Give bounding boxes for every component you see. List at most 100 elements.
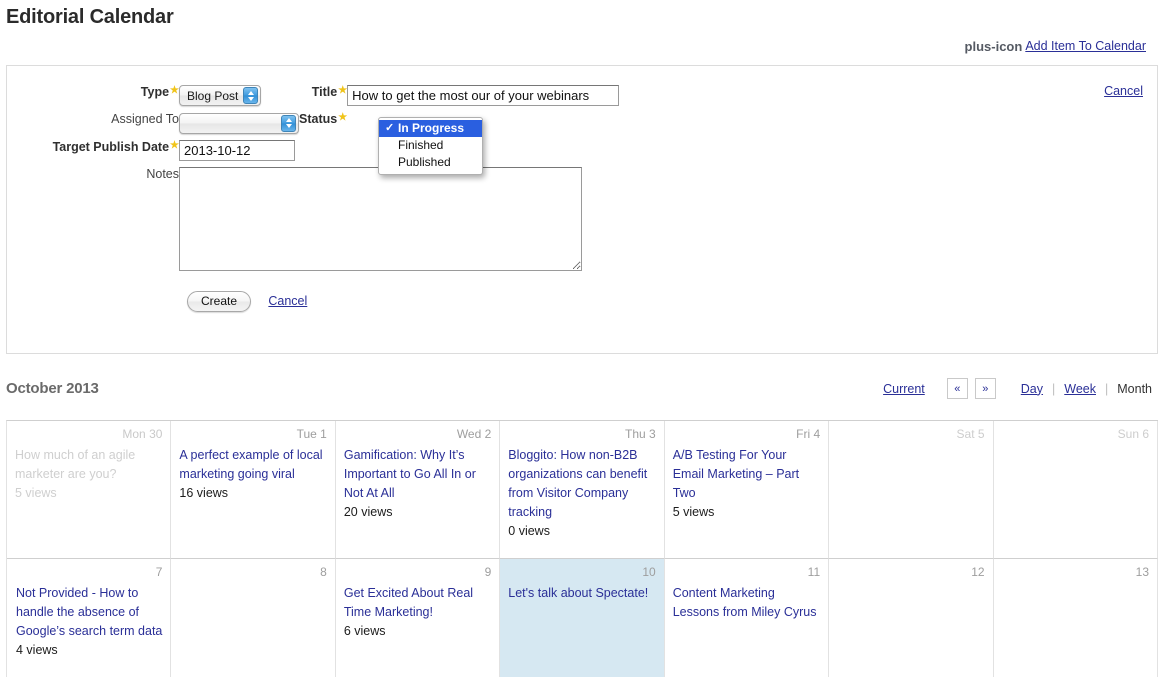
view-month-current: Month: [1117, 381, 1152, 396]
calendar-day-cell[interactable]: Wed 2 Gamification: Why It’s Important to…: [335, 421, 501, 559]
publish-date-input[interactable]: [179, 139, 295, 161]
view-switcher: Day | Week | Month: [1021, 382, 1152, 396]
calendar-day-number: 13: [1135, 565, 1149, 579]
notes-textarea[interactable]: [179, 166, 582, 271]
status-option-label: Finished: [398, 138, 444, 152]
assigned-to-label-cell: Assigned To: [7, 109, 179, 137]
type-select[interactable]: Blog Post: [179, 85, 261, 106]
calendar-grid: Mon 30 How much of an agile marketer are …: [6, 420, 1158, 677]
calendar-day-number: Wed 2: [456, 427, 492, 441]
title-field-cell: [347, 82, 620, 109]
publish-date-field-cell: [179, 137, 299, 164]
calendar-day-cell[interactable]: Mon 30 How much of an agile marketer are …: [7, 421, 172, 559]
form-fields-table: Type★ Blog Post Title★ Assigned To Statu…: [7, 82, 620, 277]
form-row-publish-date: Target Publish Date★: [7, 137, 619, 164]
calendar-event-title[interactable]: Bloggito: How non-B2B organizations can …: [508, 446, 655, 522]
calendar-event-views: 5 views: [672, 505, 715, 519]
calendar-nav: Current « » Day | Week | Month: [883, 378, 1152, 399]
required-star-icon: ★: [338, 112, 348, 123]
type-select-value: Blog Post: [187, 88, 239, 103]
add-item-to-calendar-link[interactable]: Add Item To Calendar: [1025, 39, 1146, 53]
calendar-event-title[interactable]: A/B Testing For Your Email Marketing – P…: [673, 446, 820, 503]
calendar-event-views: 6 views: [343, 624, 386, 638]
publish-date-label: Target Publish Date: [52, 139, 170, 154]
title-label-cell: Title★: [299, 82, 347, 109]
calendar-event-title[interactable]: Let's talk about Spectate!: [508, 584, 655, 603]
calendar-event-title[interactable]: A perfect example of local marketing goi…: [179, 446, 326, 484]
status-option-label: Published: [398, 155, 451, 169]
status-option-published[interactable]: Published: [379, 154, 482, 171]
calendar-event-title[interactable]: Not Provided - How to handle the absence…: [7, 584, 162, 641]
page-title: Editorial Calendar: [6, 6, 174, 28]
calendar-day-number: Sun 6: [1117, 427, 1149, 441]
form-row-type-title: Type★ Blog Post Title★: [7, 82, 620, 109]
calendar-event-views: 0 views: [508, 524, 550, 538]
calendar-event-views: 4 views: [16, 643, 58, 657]
new-item-form-panel: Cancel Type★ Blog Post Title★ Assigned T…: [6, 65, 1158, 354]
calendar-header: October 2013 Current « » Day | Week | Mo…: [6, 378, 1158, 408]
status-option-label: In Progress: [398, 121, 465, 135]
calendar-day-cell[interactable]: 10 Let's talk about Spectate!: [500, 559, 665, 677]
status-label: Status: [299, 112, 338, 126]
calendar-day-number: 10: [642, 565, 656, 579]
add-item-row: plus-icon Add Item To Calendar: [0, 29, 1164, 57]
required-star-icon: ★: [170, 85, 179, 96]
calendar-day-number: Tue 1: [296, 427, 327, 441]
calendar-day-cell[interactable]: Thu 3 Bloggito: How non-B2B organizations…: [500, 421, 665, 559]
publish-date-label-cell: Target Publish Date★: [7, 137, 179, 164]
calendar-event-title[interactable]: How much of an agile marketer are you?: [15, 446, 162, 484]
spacer-cell: [299, 137, 347, 164]
calendar-day-cell[interactable]: Sun 6: [993, 421, 1158, 559]
cancel-bottom-link[interactable]: Cancel: [268, 294, 307, 308]
calendar-day-cell[interactable]: Tue 1 A perfect example of local marketin…: [171, 421, 336, 559]
notes-label-cell: Notes: [7, 164, 179, 277]
form-row-assigned-status: Assigned To Status★: [7, 109, 619, 137]
view-week-link[interactable]: Week: [1064, 382, 1096, 396]
create-button[interactable]: Create: [187, 290, 252, 312]
assigned-to-label: Assigned To: [111, 112, 179, 126]
calendar-day-number: Thu 3: [625, 427, 656, 441]
cancel-top-link[interactable]: Cancel: [1104, 84, 1143, 98]
calendar-day-cell[interactable]: 13: [993, 559, 1158, 677]
notes-label: Notes: [146, 166, 179, 181]
notes-field-cell: [179, 164, 619, 277]
type-label: Type: [140, 85, 170, 99]
view-day-link[interactable]: Day: [1021, 382, 1043, 396]
calendar-day-number: 9: [484, 565, 492, 579]
calendar-day-cell[interactable]: Fri 4 A/B Testing For Your Email Marketin…: [664, 421, 830, 559]
calendar-day-cell[interactable]: 7 Not Provided - How to handle the absenc…: [7, 559, 172, 677]
chevron-updown-icon: [281, 114, 296, 132]
calendar-day-number: 8: [320, 565, 327, 579]
calendar-event-views: 5 views: [15, 486, 57, 500]
next-period-button[interactable]: »: [974, 378, 996, 399]
form-actions: Create Cancel: [7, 277, 1157, 312]
calendar-day-number: 11: [807, 565, 821, 579]
status-option-finished[interactable]: Finished: [379, 137, 482, 154]
calendar-day-number: Mon 30: [122, 427, 163, 441]
title-input[interactable]: [347, 85, 620, 106]
calendar-day-cell[interactable]: 12: [829, 559, 994, 677]
calendar-day-number: Sat 5: [956, 427, 985, 441]
calendar-event-title[interactable]: Content Marketing Lessons from Miley Cyr…: [673, 584, 820, 622]
plus-icon: plus-icon: [964, 39, 1023, 54]
calendar-event-views: 20 views: [343, 505, 393, 519]
calendar-day-cell[interactable]: 11 Content Marketing Lessons from Miley C…: [664, 559, 830, 677]
current-link[interactable]: Current: [883, 382, 925, 396]
chevron-updown-icon: [243, 87, 259, 104]
calendar-day-cell[interactable]: 9 Get Excited About Real Time Marketing! 6…: [335, 559, 501, 677]
required-star-icon: ★: [170, 139, 179, 151]
status-option-in-progress[interactable]: ✓ In Progress: [379, 120, 482, 137]
calendar-event-views: 16 views: [179, 486, 229, 500]
separator: |: [1105, 381, 1109, 396]
assigned-to-select[interactable]: [179, 112, 299, 134]
calendar-day-number: 12: [971, 565, 985, 579]
calendar-event-title[interactable]: Gamification: Why It’s Important to Go A…: [344, 446, 491, 503]
title-label: Title: [311, 85, 338, 99]
status-dropdown-menu[interactable]: ✓ In Progress Finished Published: [378, 117, 483, 175]
type-field-cell: Blog Post: [179, 82, 299, 109]
calendar-day-cell[interactable]: Sat 5: [829, 421, 994, 559]
calendar-event-title[interactable]: Get Excited About Real Time Marketing!: [344, 584, 491, 622]
prev-period-button[interactable]: «: [946, 378, 968, 399]
calendar-day-cell[interactable]: 8: [171, 559, 336, 677]
calendar-day-number: Fri 4: [796, 427, 821, 441]
